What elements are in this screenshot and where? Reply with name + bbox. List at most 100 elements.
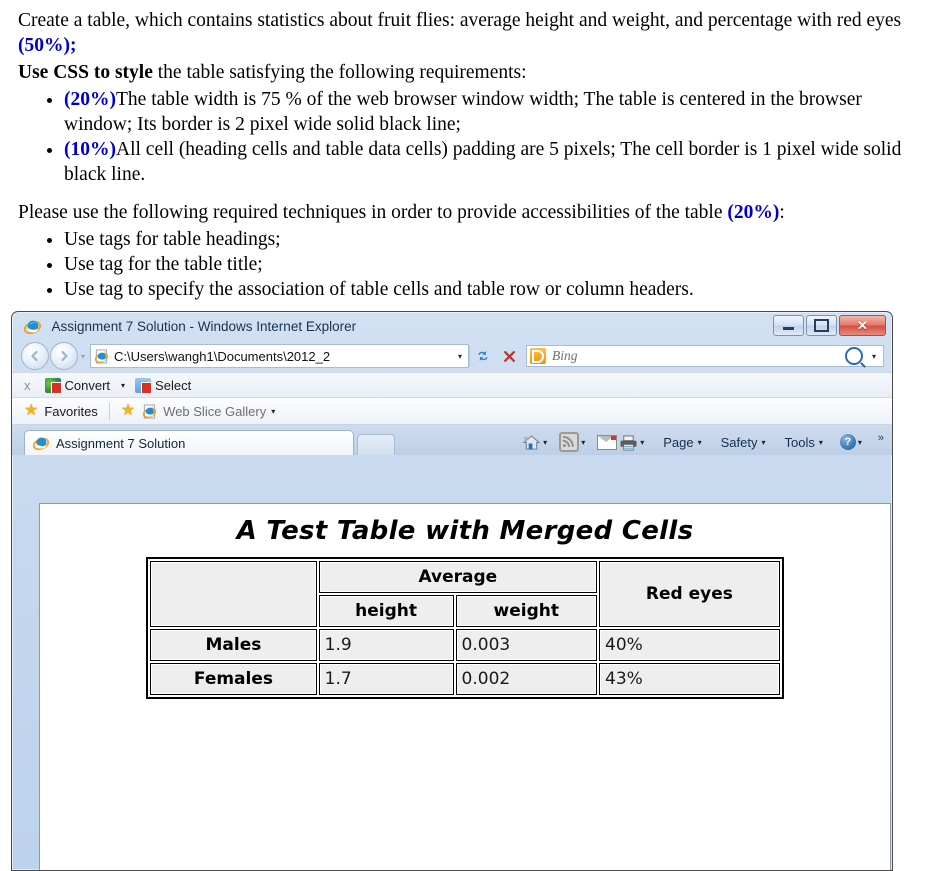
header-weight: weight	[455, 595, 597, 627]
list-item: Use tags for table headings;	[64, 227, 917, 252]
print-caret-icon[interactable]: ▾	[640, 438, 644, 447]
assignment-para1-marks: (50%);	[18, 35, 77, 56]
maximize-button[interactable]	[806, 315, 837, 336]
safety-menu-label: Safety	[720, 434, 758, 450]
feeds-icon[interactable]	[559, 432, 580, 452]
requirements-list: (20%)The table width is 75 % of the web …	[18, 87, 917, 187]
address-input[interactable]: C:\Users\wangh1\Documents\2012_2	[114, 349, 454, 364]
refresh-button[interactable]	[470, 345, 496, 367]
fruit-flies-table: Average Red eyes height weight Males 1.9…	[146, 557, 784, 699]
forward-button[interactable]	[50, 342, 78, 370]
title-bar: Assignment 7 Solution - Windows Internet…	[12, 312, 892, 340]
address-dropdown-caret-icon[interactable]: ▾	[454, 352, 466, 361]
safety-menu-caret-icon[interactable]: ▾	[761, 438, 765, 447]
table-caption: A Test Table with Merged Cells	[236, 516, 694, 546]
home-caret-icon[interactable]: ▾	[543, 438, 547, 447]
assignment-para3-marks: (20%)	[727, 202, 780, 223]
search-input[interactable]: Bing	[552, 348, 845, 364]
stop-icon	[503, 350, 515, 362]
mail-icon[interactable]	[597, 434, 618, 450]
cell-males-red-eyes: 40%	[599, 629, 780, 661]
search-dropdown-caret-icon[interactable]: ▾	[868, 352, 880, 361]
list-item: (20%)The table width is 75 % of the web …	[64, 87, 917, 137]
tools-menu-button[interactable]: Tools	[784, 435, 814, 450]
tools-menu-label: Tools	[784, 434, 815, 450]
requirement-marks: (10%)	[64, 139, 116, 160]
recent-pages-caret-icon[interactable]: ▾	[81, 352, 85, 361]
tools-menu-caret-icon[interactable]: ▾	[819, 438, 823, 447]
table-row: Average Red eyes	[150, 561, 780, 627]
close-icon: ✕	[857, 318, 868, 333]
internet-explorer-icon	[23, 318, 42, 335]
safety-menu-button[interactable]: Safety	[721, 435, 758, 450]
table-row: Females 1.7 0.002 43%	[150, 663, 780, 695]
favorites-divider	[108, 402, 110, 420]
row-header-females: Females	[150, 663, 317, 695]
close-button[interactable]: ✕	[839, 315, 886, 336]
cell-males-weight: 0.003	[455, 629, 597, 661]
techniques-list: Use tags for table headings; Use tag for…	[18, 227, 917, 302]
header-red-eyes: Red eyes	[599, 561, 780, 627]
help-icon[interactable]: ?	[839, 434, 856, 450]
list-item: Use tag to specify the association of ta…	[64, 277, 917, 302]
page-viewport: A Test Table with Merged Cells Average R…	[39, 503, 891, 870]
adobe-toolbar: x Convert ▾ Select	[12, 372, 892, 398]
tab-assignment-7-solution[interactable]: Assignment 7 Solution	[24, 430, 354, 455]
list-item: Use tag for the table title;	[64, 252, 917, 277]
cell-females-red-eyes: 43%	[599, 663, 780, 695]
header-average: Average	[318, 561, 597, 593]
favorites-star-icon[interactable]: ★	[24, 403, 38, 419]
add-to-favorites-icon[interactable]: ★	[121, 403, 135, 419]
print-icon[interactable]	[619, 434, 638, 451]
home-icon[interactable]	[522, 434, 541, 451]
assignment-paragraph-1: Create a table, which contains statistic…	[18, 8, 917, 58]
cell-females-weight: 0.002	[455, 663, 597, 695]
rendered-page: A Test Table with Merged Cells Average R…	[40, 504, 890, 699]
toolbar-overflow-icon[interactable]: »	[878, 432, 884, 444]
refresh-icon	[478, 351, 488, 361]
page-menu-label: Page	[663, 434, 694, 450]
convert-label: Convert	[64, 377, 111, 393]
stop-button[interactable]	[496, 345, 522, 367]
address-bar[interactable]: C:\Users\wangh1\Documents\2012_2 ▾	[90, 344, 469, 368]
tab-bar: Assignment 7 Solution ▾ ▾ ▾ Page ▾ Safet…	[12, 425, 892, 455]
search-box[interactable]: Bing ▾	[526, 345, 884, 367]
list-item: (10%)All cell (heading cells and table d…	[64, 137, 917, 187]
convert-button[interactable]: Convert	[44, 377, 111, 394]
page-menu-button[interactable]: Page	[663, 435, 693, 450]
maximize-icon	[814, 319, 829, 332]
feeds-caret-icon[interactable]: ▾	[581, 438, 585, 447]
favorites-bar: ★ Favorites ★ Web Slice Gallery ▾	[12, 398, 892, 425]
command-toolbar: ▾ ▾ ▾ Page ▾ Safety ▾ Tools ▾ ? ▾ »	[520, 432, 884, 452]
browser-window: Assignment 7 Solution - Windows Internet…	[11, 311, 893, 871]
minimize-icon	[783, 327, 794, 330]
help-caret-icon[interactable]: ▾	[858, 438, 862, 447]
new-tab-button[interactable]	[357, 434, 395, 455]
back-button[interactable]	[21, 342, 49, 370]
assignment-text: Create a table, which contains statistic…	[0, 0, 935, 302]
close-toolbar-icon[interactable]: x	[24, 378, 31, 393]
header-height: height	[318, 595, 454, 627]
web-slice-favicon-icon	[142, 403, 157, 419]
assignment-paragraph-2: Use CSS to style the table satisfying th…	[18, 60, 917, 85]
back-arrow-icon	[31, 350, 38, 362]
page-menu-caret-icon[interactable]: ▾	[698, 438, 702, 447]
select-button[interactable]: Select	[135, 377, 192, 394]
minimize-button[interactable]	[773, 315, 804, 336]
window-title: Assignment 7 Solution - Windows Internet…	[51, 319, 357, 335]
search-icon[interactable]	[844, 347, 863, 365]
table-row: Males 1.9 0.003 40%	[150, 629, 780, 661]
row-header-males: Males	[150, 629, 317, 661]
select-label: Select	[155, 377, 192, 393]
favorites-label[interactable]: Favorites	[44, 404, 97, 419]
assignment-paragraph-3: Please use the following required techni…	[18, 200, 917, 225]
web-slice-caret-icon[interactable]: ▾	[271, 407, 275, 416]
web-slice-gallery-label[interactable]: Web Slice Gallery	[163, 404, 266, 419]
forward-arrow-icon	[61, 350, 68, 362]
select-pdf-icon	[135, 377, 153, 394]
navigation-bar: ▾ C:\Users\wangh1\Documents\2012_2 ▾ Bin…	[12, 340, 892, 372]
assignment-para3-text: Please use the following required techni…	[18, 202, 728, 223]
convert-caret-icon[interactable]: ▾	[121, 381, 125, 390]
assignment-para2-bold: Use CSS to style	[18, 62, 153, 83]
